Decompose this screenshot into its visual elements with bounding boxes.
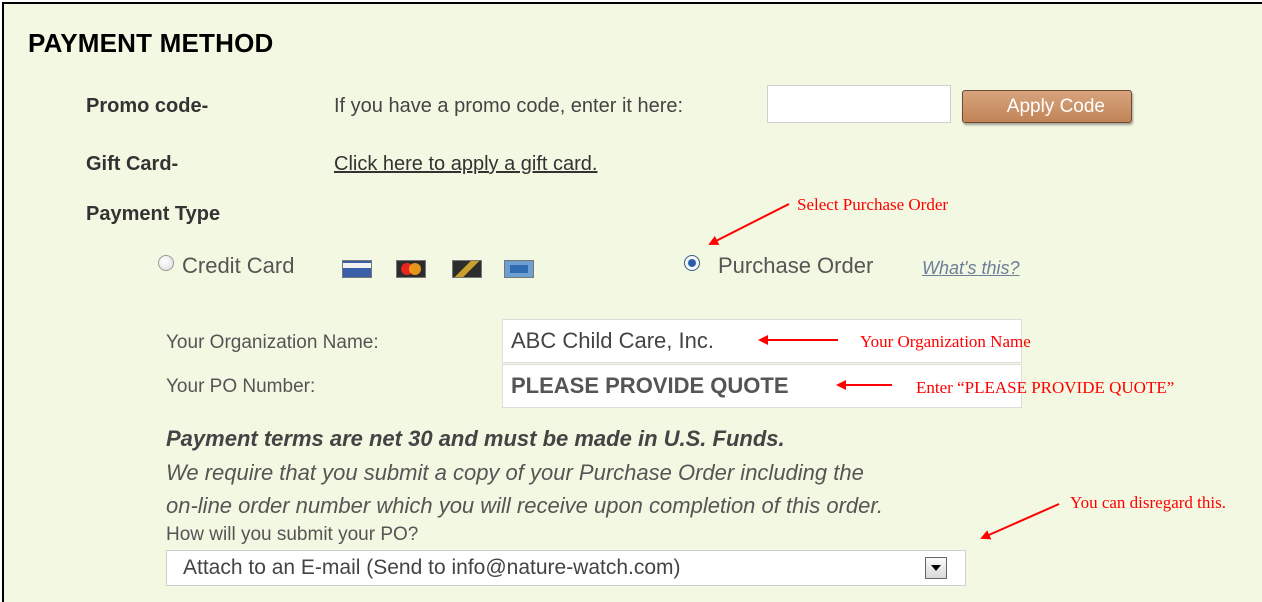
payment-method-panel: PAYMENT METHOD Promo code- If you have a… xyxy=(2,2,1262,602)
arrow-disregard xyxy=(980,503,1060,540)
annotation-arrows xyxy=(708,203,1060,540)
arrow-select-po xyxy=(708,203,790,245)
